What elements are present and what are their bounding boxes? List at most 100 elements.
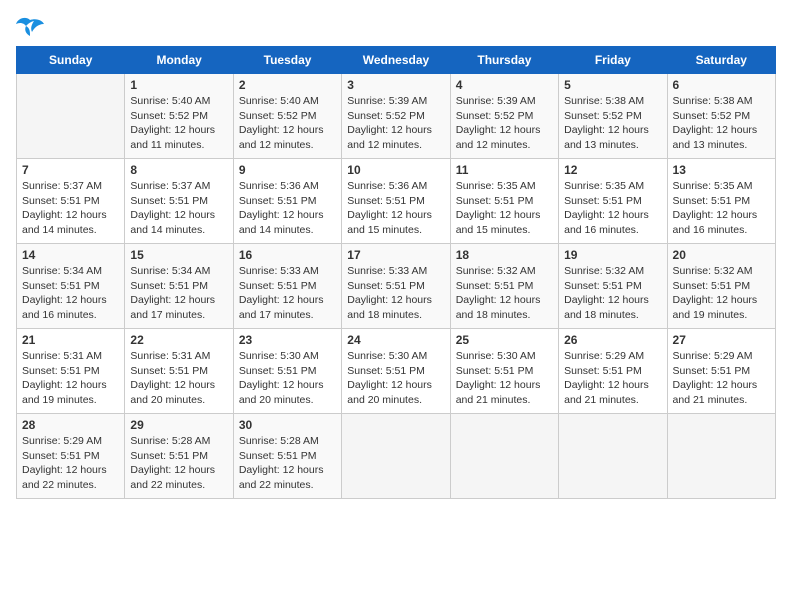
- day-number: 4: [456, 78, 553, 92]
- day-number: 26: [564, 333, 661, 347]
- calendar-cell: 14 Sunrise: 5:34 AM Sunset: 5:51 PM Dayli…: [17, 244, 125, 329]
- calendar-cell: 26 Sunrise: 5:29 AM Sunset: 5:51 PM Dayli…: [559, 329, 667, 414]
- calendar-cell: 9 Sunrise: 5:36 AM Sunset: 5:51 PM Daylig…: [233, 159, 341, 244]
- calendar-cell: 13Sunrise: 5:35 AM Sunset: 5:51 PM Dayli…: [667, 159, 775, 244]
- day-info: Sunrise: 5:39 AM Sunset: 5:52 PM Dayligh…: [456, 94, 553, 153]
- calendar-cell: 3 Sunrise: 5:39 AM Sunset: 5:52 PM Daylig…: [342, 74, 450, 159]
- day-info: Sunrise: 5:32 AM Sunset: 5:51 PM Dayligh…: [456, 264, 553, 323]
- day-info: Sunrise: 5:36 AM Sunset: 5:51 PM Dayligh…: [239, 179, 336, 238]
- day-info: Sunrise: 5:37 AM Sunset: 5:51 PM Dayligh…: [22, 179, 119, 238]
- day-number: 21: [22, 333, 119, 347]
- day-info: Sunrise: 5:31 AM Sunset: 5:51 PM Dayligh…: [22, 349, 119, 408]
- day-header-saturday: Saturday: [667, 47, 775, 74]
- day-number: 6: [673, 78, 770, 92]
- day-header-monday: Monday: [125, 47, 233, 74]
- day-info: Sunrise: 5:39 AM Sunset: 5:52 PM Dayligh…: [347, 94, 444, 153]
- calendar-cell: 30 Sunrise: 5:28 AM Sunset: 5:51 PM Dayli…: [233, 414, 341, 499]
- day-info: Sunrise: 5:30 AM Sunset: 5:51 PM Dayligh…: [456, 349, 553, 408]
- day-number: 14: [22, 248, 119, 262]
- calendar-cell: 7 Sunrise: 5:37 AM Sunset: 5:51 PM Daylig…: [17, 159, 125, 244]
- day-info: Sunrise: 5:35 AM Sunset: 5:51 PM Dayligh…: [673, 179, 770, 238]
- day-info: Sunrise: 5:32 AM Sunset: 5:51 PM Dayligh…: [564, 264, 661, 323]
- day-info: Sunrise: 5:28 AM Sunset: 5:51 PM Dayligh…: [239, 434, 336, 493]
- calendar-cell: [17, 74, 125, 159]
- day-info: Sunrise: 5:29 AM Sunset: 5:51 PM Dayligh…: [673, 349, 770, 408]
- day-info: Sunrise: 5:33 AM Sunset: 5:51 PM Dayligh…: [239, 264, 336, 323]
- calendar-cell: 22Sunrise: 5:31 AM Sunset: 5:51 PM Dayli…: [125, 329, 233, 414]
- week-row-3: 14 Sunrise: 5:34 AM Sunset: 5:51 PM Dayli…: [17, 244, 776, 329]
- day-number: 29: [130, 418, 227, 432]
- day-number: 7: [22, 163, 119, 177]
- calendar-cell: 5 Sunrise: 5:38 AM Sunset: 5:52 PM Daylig…: [559, 74, 667, 159]
- day-header-tuesday: Tuesday: [233, 47, 341, 74]
- logo: [16, 16, 48, 38]
- week-row-1: 1Sunrise: 5:40 AM Sunset: 5:52 PM Daylig…: [17, 74, 776, 159]
- day-number: 10: [347, 163, 444, 177]
- calendar-cell: 27Sunrise: 5:29 AM Sunset: 5:51 PM Dayli…: [667, 329, 775, 414]
- calendar-cell: [342, 414, 450, 499]
- day-info: Sunrise: 5:34 AM Sunset: 5:51 PM Dayligh…: [22, 264, 119, 323]
- calendar-cell: 19Sunrise: 5:32 AM Sunset: 5:51 PM Dayli…: [559, 244, 667, 329]
- day-info: Sunrise: 5:34 AM Sunset: 5:51 PM Dayligh…: [130, 264, 227, 323]
- calendar-cell: 2Sunrise: 5:40 AM Sunset: 5:52 PM Daylig…: [233, 74, 341, 159]
- calendar-cell: 10 Sunrise: 5:36 AM Sunset: 5:51 PM Dayli…: [342, 159, 450, 244]
- day-number: 12: [564, 163, 661, 177]
- day-header-sunday: Sunday: [17, 47, 125, 74]
- calendar-cell: 28Sunrise: 5:29 AM Sunset: 5:51 PM Dayli…: [17, 414, 125, 499]
- day-info: Sunrise: 5:32 AM Sunset: 5:51 PM Dayligh…: [673, 264, 770, 323]
- calendar-cell: 23 Sunrise: 5:30 AM Sunset: 5:51 PM Dayli…: [233, 329, 341, 414]
- day-number: 22: [130, 333, 227, 347]
- day-info: Sunrise: 5:29 AM Sunset: 5:51 PM Dayligh…: [564, 349, 661, 408]
- day-number: 15: [130, 248, 227, 262]
- calendar-cell: 20Sunrise: 5:32 AM Sunset: 5:51 PM Dayli…: [667, 244, 775, 329]
- day-number: 3: [347, 78, 444, 92]
- day-info: Sunrise: 5:30 AM Sunset: 5:51 PM Dayligh…: [347, 349, 444, 408]
- day-info: Sunrise: 5:36 AM Sunset: 5:51 PM Dayligh…: [347, 179, 444, 238]
- day-info: Sunrise: 5:30 AM Sunset: 5:51 PM Dayligh…: [239, 349, 336, 408]
- day-number: 16: [239, 248, 336, 262]
- calendar-cell: 29 Sunrise: 5:28 AM Sunset: 5:51 PM Dayli…: [125, 414, 233, 499]
- day-number: 2: [239, 78, 336, 92]
- day-number: 23: [239, 333, 336, 347]
- calendar-cell: 18 Sunrise: 5:32 AM Sunset: 5:51 PM Dayli…: [450, 244, 558, 329]
- week-row-4: 21 Sunrise: 5:31 AM Sunset: 5:51 PM Dayli…: [17, 329, 776, 414]
- day-info: Sunrise: 5:33 AM Sunset: 5:51 PM Dayligh…: [347, 264, 444, 323]
- calendar-cell: 4 Sunrise: 5:39 AM Sunset: 5:52 PM Daylig…: [450, 74, 558, 159]
- day-info: Sunrise: 5:37 AM Sunset: 5:51 PM Dayligh…: [130, 179, 227, 238]
- day-info: Sunrise: 5:28 AM Sunset: 5:51 PM Dayligh…: [130, 434, 227, 493]
- calendar-cell: [450, 414, 558, 499]
- calendar-cell: 24 Sunrise: 5:30 AM Sunset: 5:51 PM Dayli…: [342, 329, 450, 414]
- day-number: 5: [564, 78, 661, 92]
- days-of-week-row: SundayMondayTuesdayWednesdayThursdayFrid…: [17, 47, 776, 74]
- calendar-table: SundayMondayTuesdayWednesdayThursdayFrid…: [16, 46, 776, 499]
- day-info: Sunrise: 5:35 AM Sunset: 5:51 PM Dayligh…: [456, 179, 553, 238]
- day-info: Sunrise: 5:38 AM Sunset: 5:52 PM Dayligh…: [564, 94, 661, 153]
- calendar-cell: 16 Sunrise: 5:33 AM Sunset: 5:51 PM Dayli…: [233, 244, 341, 329]
- day-info: Sunrise: 5:38 AM Sunset: 5:52 PM Dayligh…: [673, 94, 770, 153]
- day-header-thursday: Thursday: [450, 47, 558, 74]
- day-number: 18: [456, 248, 553, 262]
- calendar-cell: [667, 414, 775, 499]
- day-number: 25: [456, 333, 553, 347]
- calendar-cell: 8Sunrise: 5:37 AM Sunset: 5:51 PM Daylig…: [125, 159, 233, 244]
- day-number: 28: [22, 418, 119, 432]
- day-number: 1: [130, 78, 227, 92]
- calendar-cell: 6 Sunrise: 5:38 AM Sunset: 5:52 PM Daylig…: [667, 74, 775, 159]
- day-number: 11: [456, 163, 553, 177]
- calendar-cell: 11 Sunrise: 5:35 AM Sunset: 5:51 PM Dayli…: [450, 159, 558, 244]
- week-row-2: 7 Sunrise: 5:37 AM Sunset: 5:51 PM Daylig…: [17, 159, 776, 244]
- calendar-cell: [559, 414, 667, 499]
- day-number: 9: [239, 163, 336, 177]
- logo-bird-icon: [16, 16, 44, 38]
- calendar-cell: 21 Sunrise: 5:31 AM Sunset: 5:51 PM Dayli…: [17, 329, 125, 414]
- day-number: 24: [347, 333, 444, 347]
- calendar-cell: 1Sunrise: 5:40 AM Sunset: 5:52 PM Daylig…: [125, 74, 233, 159]
- calendar-cell: 17Sunrise: 5:33 AM Sunset: 5:51 PM Dayli…: [342, 244, 450, 329]
- day-number: 30: [239, 418, 336, 432]
- calendar-cell: 25 Sunrise: 5:30 AM Sunset: 5:51 PM Dayli…: [450, 329, 558, 414]
- day-header-friday: Friday: [559, 47, 667, 74]
- day-header-wednesday: Wednesday: [342, 47, 450, 74]
- calendar-cell: 15 Sunrise: 5:34 AM Sunset: 5:51 PM Dayli…: [125, 244, 233, 329]
- header: [16, 16, 776, 38]
- calendar-cell: 12Sunrise: 5:35 AM Sunset: 5:51 PM Dayli…: [559, 159, 667, 244]
